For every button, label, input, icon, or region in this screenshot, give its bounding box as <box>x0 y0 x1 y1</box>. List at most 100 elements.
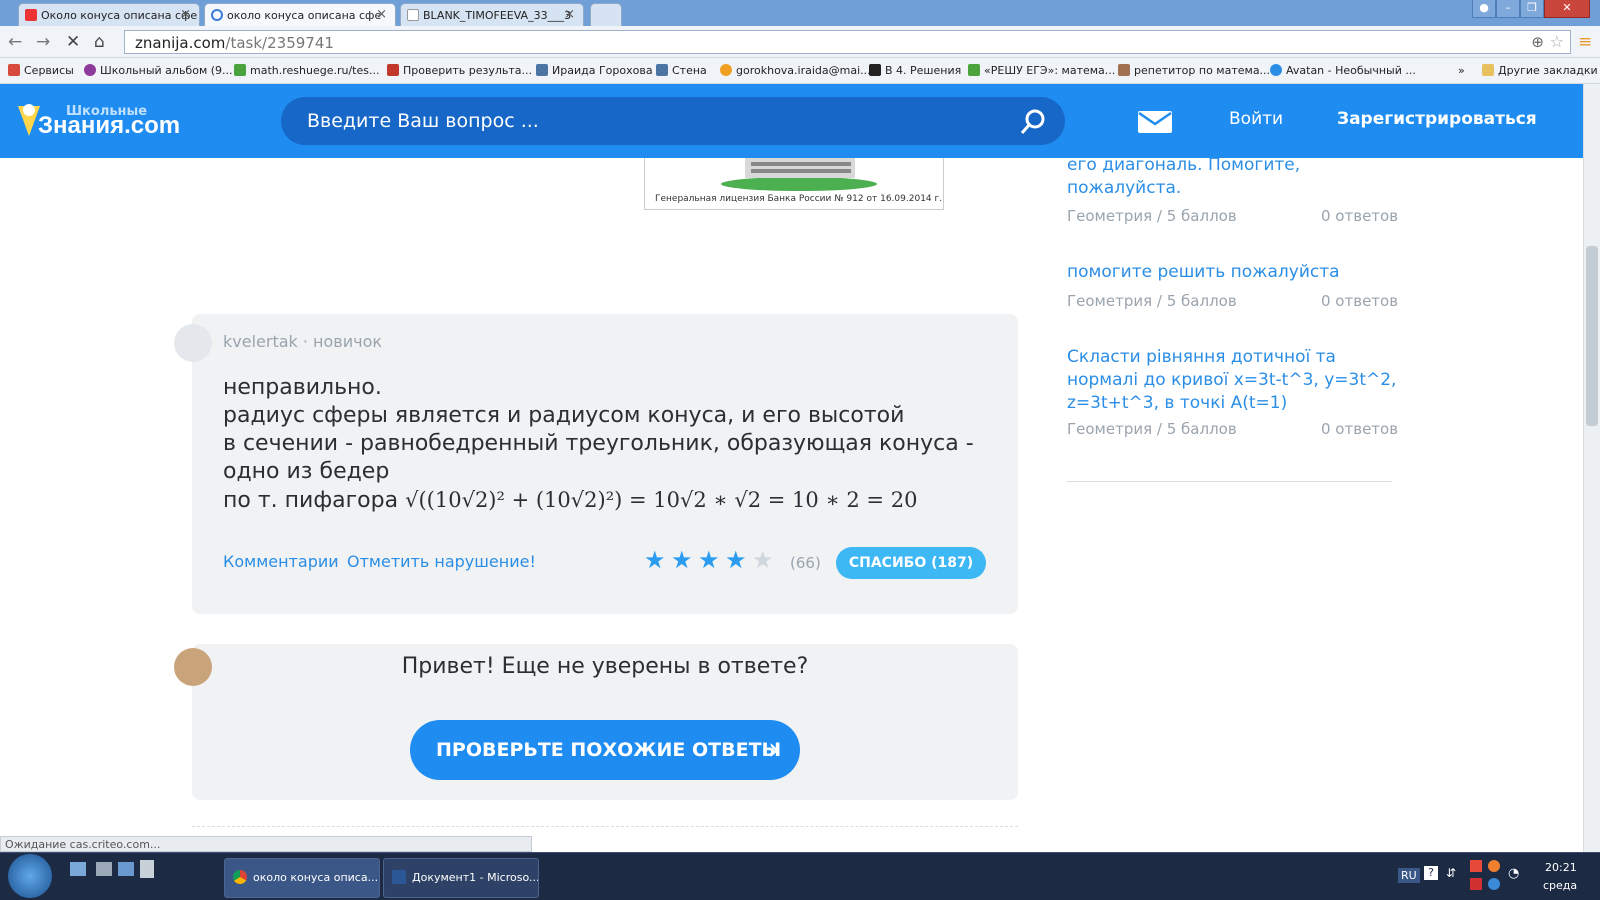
taskbar-chrome[interactable]: около конуса описа... <box>224 858 380 898</box>
bookmark-item[interactable]: Ираида Горохова <box>536 64 653 77</box>
button-label: ПРОВЕРЬТЕ ПОХОЖИЕ ОТВЕТЫ <box>436 739 782 761</box>
divider <box>192 826 1018 827</box>
address-bar[interactable]: znanija.com/task/2359741 ⊕ ☆ <box>124 30 1571 54</box>
avatar[interactable] <box>174 324 212 362</box>
tab-title: Около конуса описана сфе <box>41 9 198 22</box>
bookmark-item[interactable]: gorokhova.iraida@mai... <box>720 64 871 77</box>
star-icon[interactable]: ★ <box>725 546 747 574</box>
page-viewport: Школьные Знания.com Введите Ваш вопрос .… <box>0 84 1583 852</box>
tray-icon[interactable] <box>1470 878 1482 890</box>
network-icon[interactable]: ⇵ <box>1446 866 1456 880</box>
quicklaunch-icon[interactable] <box>96 862 112 876</box>
menu-icon[interactable]: ≡ <box>1578 32 1592 52</box>
comments-link[interactable]: Комментарии <box>223 552 339 571</box>
chrome-icon <box>233 870 247 884</box>
window-close-icon[interactable]: ✕ <box>1544 0 1590 18</box>
site-header: Школьные Знания.com Введите Ваш вопрос .… <box>0 84 1583 158</box>
bookmark-item[interactable]: репетитор по матема... <box>1118 64 1270 77</box>
tab-title: BLANK_TIMOFEEVA_33___3 <box>423 9 572 22</box>
thanks-button[interactable]: СПАСИБО (187) <box>836 547 986 579</box>
stop-icon[interactable]: ✕ <box>66 32 80 52</box>
checkmark-icon <box>234 64 246 76</box>
author-name[interactable]: kvelertak <box>223 332 298 351</box>
check-similar-answers-button[interactable]: ПРОВЕРЬТЕ ПОХОЖИЕ ОТВЕТЫ › <box>410 720 800 780</box>
language-indicator[interactable]: RU <box>1398 868 1420 883</box>
home-icon[interactable]: ⌂ <box>94 32 105 52</box>
tray-icon[interactable] <box>1488 860 1500 872</box>
ad-caption: Генеральная лицензия Банка России № 912 … <box>655 194 943 204</box>
star-icon[interactable]: ★ <box>698 546 720 574</box>
url-domain: znanija.com <box>135 34 226 52</box>
question-link[interactable]: помогите решить пожалуйста <box>1067 261 1397 284</box>
checkmark-icon <box>968 64 980 76</box>
star-icon[interactable]: ★ <box>671 546 693 574</box>
tab-3[interactable]: BLANK_TIMOFEEVA_33___3 × <box>400 3 584 26</box>
tab-1[interactable]: Около конуса описана сфе × <box>18 3 200 26</box>
vk-icon <box>536 64 548 76</box>
answer-text: неправильно. радиус сферы является и рад… <box>223 375 974 513</box>
question-link[interactable]: Скласти рівняння дотичної та нормалі до … <box>1067 346 1397 415</box>
bookmark-item[interactable]: Проверить результа... <box>387 64 532 77</box>
search-input[interactable]: Введите Ваш вопрос ... <box>281 97 1065 145</box>
bookmark-item[interactable]: Avatan - Необычный ... <box>1270 64 1416 77</box>
bookmark-item[interactable]: Школьный альбом (9... <box>84 64 233 77</box>
vertical-scrollbar[interactable] <box>1583 84 1600 852</box>
quicklaunch-icon[interactable] <box>118 862 134 876</box>
user-icon[interactable]: ● <box>1472 0 1496 18</box>
logo-text[interactable]: Знания.com <box>38 112 180 140</box>
quicklaunch-icon[interactable] <box>140 860 154 878</box>
tray-icon[interactable] <box>1488 878 1500 890</box>
zoom-icon[interactable]: ⊕ <box>1531 33 1544 51</box>
advertisement-banner[interactable]: Генеральная лицензия Банка России № 912 … <box>644 158 944 210</box>
register-link[interactable]: Зарегистрироваться <box>1337 109 1537 129</box>
formula: √((10√2)² + (10√2)²) = 10√2 ∗ √2 = 10 ∗ … <box>405 488 918 512</box>
person-icon <box>1118 64 1130 76</box>
document-favicon-icon <box>407 9 419 21</box>
tab-bar: Около конуса описана сфе × около конуса … <box>0 0 1600 26</box>
bookmark-item[interactable]: «РЕШУ ЕГЭ»: матема... <box>968 64 1115 77</box>
tab-close-icon[interactable]: × <box>180 7 191 22</box>
star-icon[interactable]: ★ <box>644 546 666 574</box>
report-link[interactable]: Отметить нарушение! <box>347 552 536 571</box>
bookmark-item[interactable]: math.reshuege.ru/tes... <box>234 64 379 77</box>
bookmarks-overflow-button[interactable]: » <box>1458 64 1465 77</box>
bookmark-item[interactable]: В 4. Решения <box>869 64 961 77</box>
search-icon[interactable] <box>1019 108 1047 136</box>
question-link[interactable]: его диагональ. Помогите, пожалуйста. <box>1067 154 1397 200</box>
vk-icon <box>656 64 668 76</box>
tray-icon[interactable] <box>1470 860 1482 872</box>
bookmark-item[interactable]: Стена <box>656 64 707 77</box>
back-icon[interactable]: ← <box>8 32 22 52</box>
tab-close-icon[interactable]: × <box>564 7 575 22</box>
forward-icon[interactable]: → <box>36 32 50 52</box>
eye-icon <box>84 64 96 76</box>
taskbar-word[interactable]: Документ1 - Microso... <box>383 858 539 898</box>
question-meta: Геометрия / 5 баллов <box>1067 420 1237 438</box>
tab-2[interactable]: около конуса описана сфе × <box>204 3 396 26</box>
loading-spinner-icon <box>211 9 223 21</box>
bookmark-star-icon[interactable]: ☆ <box>1550 32 1564 51</box>
login-link[interactable]: Войти <box>1229 109 1283 129</box>
minimize-icon[interactable]: – <box>1496 0 1520 18</box>
pin-icon <box>387 64 399 76</box>
volume-icon[interactable]: ◔ <box>1508 866 1519 881</box>
rating-count: (66) <box>790 554 821 572</box>
start-button[interactable] <box>8 854 52 898</box>
star-empty-icon[interactable]: ★ <box>752 546 774 574</box>
folder-icon <box>1482 64 1494 76</box>
maximize-icon[interactable]: ❐ <box>1520 0 1544 18</box>
bookmark-item[interactable]: Сервисы <box>8 64 74 77</box>
question-answers-count: 0 ответов <box>1321 292 1399 310</box>
answer-author: kvelertak · новичок <box>223 332 382 351</box>
yandex-favicon-icon <box>25 9 37 21</box>
mail-icon[interactable] <box>1137 110 1173 134</box>
help-icon[interactable]: ? <box>1424 866 1438 880</box>
tab-close-icon[interactable]: × <box>376 7 387 22</box>
question-answers-count: 0 ответов <box>1321 207 1399 225</box>
show-desktop-icon[interactable] <box>70 862 86 876</box>
other-bookmarks[interactable]: Другие закладки <box>1482 64 1598 77</box>
formula-prefix: по т. пифагора <box>223 488 399 513</box>
new-tab-button[interactable] <box>590 3 622 26</box>
scrollbar-thumb[interactable] <box>1586 246 1598 426</box>
clock-time[interactable]: 20:21 <box>1545 861 1577 874</box>
